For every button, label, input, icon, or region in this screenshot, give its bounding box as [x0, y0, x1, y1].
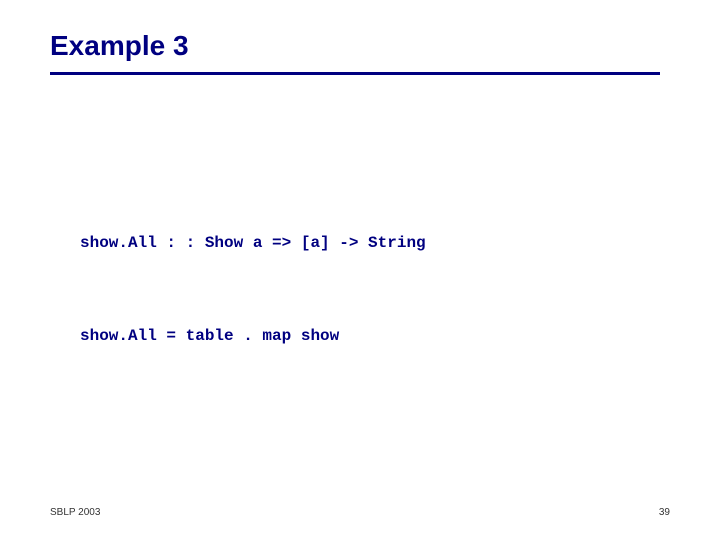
code-line: show.All = table . map show	[80, 321, 670, 352]
slide-title: Example 3	[50, 30, 670, 62]
title-rule	[50, 72, 660, 75]
code-group-format: format : : [String] -> [String] format […	[80, 505, 670, 540]
footer-page-number: 39	[659, 507, 670, 518]
code-area: show.All : : Show a => [a] -> String sho…	[80, 103, 670, 540]
footer-conference: SBLP 2003	[50, 507, 100, 518]
slide: Example 3 show.All : : Show a => [a] -> …	[0, 0, 720, 540]
code-line: show.All : : Show a => [a] -> String	[80, 228, 670, 259]
code-group-showall: show.All : : Show a => [a] -> String sho…	[80, 165, 670, 415]
